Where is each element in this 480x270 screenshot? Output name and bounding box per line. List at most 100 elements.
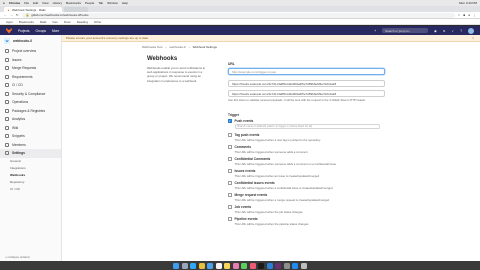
photos-icon[interactable] (232, 262, 239, 269)
push-events-checkbox[interactable]: ✓ (228, 119, 232, 123)
branch-filter-input[interactable]: Branch name or wildcard pattern to trigg… (234, 124, 380, 129)
notes-icon[interactable] (224, 262, 231, 269)
todo-icon[interactable]: ✓ (452, 29, 455, 33)
url-input-value[interactable]: https://hooks.example.com/4c7d1c3aff8c1d… (228, 80, 385, 87)
collapse-sidebar-button[interactable]: « Collapse sidebar (5, 255, 30, 259)
music-icon[interactable] (249, 262, 256, 269)
bookmark-rails[interactable]: Rails (40, 20, 47, 24)
sidebar-item-members[interactable]: Members (0, 141, 61, 150)
menubar-history[interactable]: History (53, 1, 62, 5)
confidential-comments-checkbox[interactable] (228, 157, 232, 161)
sidebar-item-wiki[interactable]: Wiki (0, 124, 61, 133)
trigger-issues: Issues events This URL will be triggered… (228, 169, 398, 178)
back-icon[interactable]: ← (4, 13, 7, 17)
merge-request-checkbox[interactable] (228, 193, 232, 197)
page-description: Webhooks enable you to send notification… (147, 66, 206, 83)
bookmark-reading[interactable]: Reading (77, 20, 88, 24)
url-value-1: https://hooks.example.com/4c7d1c3aff8c1d… (232, 81, 337, 86)
finder-icon[interactable] (173, 262, 180, 269)
users-icon (5, 142, 9, 147)
job-events-checkbox[interactable] (228, 205, 232, 209)
messages-icon[interactable] (241, 262, 248, 269)
breadcrumb-group[interactable]: Webhooks Test (142, 45, 162, 49)
project-avatar: W (4, 38, 10, 44)
sidebar-sub-integrations[interactable]: Integrations (0, 165, 61, 172)
chrome-menu-icon[interactable]: ⋮ (473, 13, 476, 17)
sidebar-sub-webhooks[interactable]: Webhooks (0, 172, 61, 179)
vscode-icon[interactable] (266, 262, 273, 269)
merge-request-icon (5, 66, 9, 71)
sidebar-item-analytics[interactable]: Analytics (0, 115, 61, 124)
menubar-tab[interactable]: Tab (98, 1, 103, 5)
secret-token-input[interactable]: https://hooks.example.com/4c7d1c3aff8c1d… (228, 90, 385, 97)
sidebar-item-overview[interactable]: Project overview (0, 47, 61, 56)
sidebar-item-cicd[interactable]: CI / CD (0, 81, 61, 90)
comments-checkbox[interactable] (228, 145, 232, 149)
star-icon[interactable]: ☆ (458, 13, 461, 17)
settings-icon[interactable] (283, 262, 290, 269)
menubar-people[interactable]: People (85, 1, 94, 5)
appstore-icon[interactable] (292, 262, 299, 269)
sidebar-item-security[interactable]: Security & Compliance (0, 90, 61, 99)
extension-icon[interactable]: ■ (463, 13, 465, 17)
safari-icon[interactable] (190, 262, 197, 269)
sidebar-item-issues[interactable]: Issues (0, 56, 61, 65)
gitlab-search-input[interactable]: Search or jump to... (382, 28, 429, 33)
close-icon[interactable]: × (472, 36, 474, 40)
profile-icon[interactable]: ● (468, 13, 470, 17)
sidebar-item-packages[interactable]: Packages & Registries (0, 107, 61, 116)
forward-icon[interactable]: → (10, 13, 13, 17)
pipeline-events-checkbox[interactable] (228, 217, 232, 221)
confidential-issues-checkbox[interactable] (228, 181, 232, 185)
reload-icon[interactable]: ↻ (16, 13, 19, 17)
trigger-desc: This URL will be triggered when the pipe… (234, 221, 309, 226)
plus-icon[interactable]: + (374, 29, 376, 33)
terminal-icon[interactable] (258, 262, 265, 269)
launchpad-icon[interactable] (181, 262, 188, 269)
menubar-file[interactable]: File (24, 1, 29, 5)
issues-shortcut-icon[interactable]: ◉ (434, 29, 437, 33)
sidebar-item-operations[interactable]: Operations (0, 98, 61, 107)
sidebar-project[interactable]: W webhooks-0 (0, 35, 61, 47)
rocket-icon (5, 83, 9, 88)
bookmark-apps[interactable]: Apps (6, 20, 13, 24)
trash-icon[interactable] (300, 262, 307, 269)
url-input[interactable]: http://example.com/trigger-ci.json (228, 68, 385, 75)
mail-icon[interactable] (207, 262, 214, 269)
bookmark-other[interactable]: Other (94, 20, 102, 24)
sidebar-sub-general[interactable]: General (0, 158, 61, 165)
nav-groups[interactable]: Groups (36, 29, 46, 33)
breadcrumb-current[interactable]: Webhook Settings (193, 45, 217, 49)
bookmark-dev[interactable]: Dev (53, 20, 58, 24)
menubar-edit[interactable]: Edit (33, 1, 38, 5)
menubar-help[interactable]: Help (122, 1, 128, 5)
bookmark-bookmarks[interactable]: Bookmarks (19, 20, 34, 24)
merge-shortcut-icon[interactable]: ⇅ (443, 29, 446, 33)
chrome-icon[interactable] (198, 262, 205, 269)
tag-push-checkbox[interactable] (228, 133, 232, 137)
sidebar-sub-cicd[interactable]: CI / CD (0, 186, 61, 193)
menubar-bookmarks[interactable]: Bookmarks (66, 1, 81, 5)
help-icon[interactable]: ? (460, 29, 462, 33)
url-field[interactable]: 🔒 gitlab.com/webhooks-tc/webhooks-0/hook… (21, 12, 455, 18)
sidebar-item-merge-requests[interactable]: Merge Requests (0, 64, 61, 73)
menubar-window[interactable]: Window (107, 1, 118, 5)
sidebar-item-settings[interactable]: Settings (0, 149, 61, 158)
sidebar-item-requirements[interactable]: Requirements (0, 73, 61, 82)
sidebar-sub-repository[interactable]: Repository (0, 179, 61, 186)
trigger-desc: This URL will be triggered when a new ta… (234, 137, 321, 142)
calendar-icon[interactable] (215, 262, 222, 269)
apple-icon[interactable]: ● (3, 1, 5, 5)
user-avatar[interactable] (468, 27, 474, 34)
menubar-app[interactable]: Chrome (9, 1, 20, 5)
breadcrumb-project[interactable]: webhooks-0 (169, 45, 185, 49)
sidebar-item-snippets[interactable]: Snippets (0, 132, 61, 141)
slack-icon[interactable] (275, 262, 282, 269)
menubar-view[interactable]: View (42, 1, 48, 5)
mac-dock (0, 261, 480, 270)
gitlab-logo-icon[interactable] (6, 27, 12, 34)
bookmark-docs[interactable]: Docs (64, 20, 71, 24)
issues-checkbox[interactable] (228, 169, 232, 173)
nav-projects[interactable]: Projects (18, 29, 30, 33)
nav-more[interactable]: More (52, 29, 59, 33)
